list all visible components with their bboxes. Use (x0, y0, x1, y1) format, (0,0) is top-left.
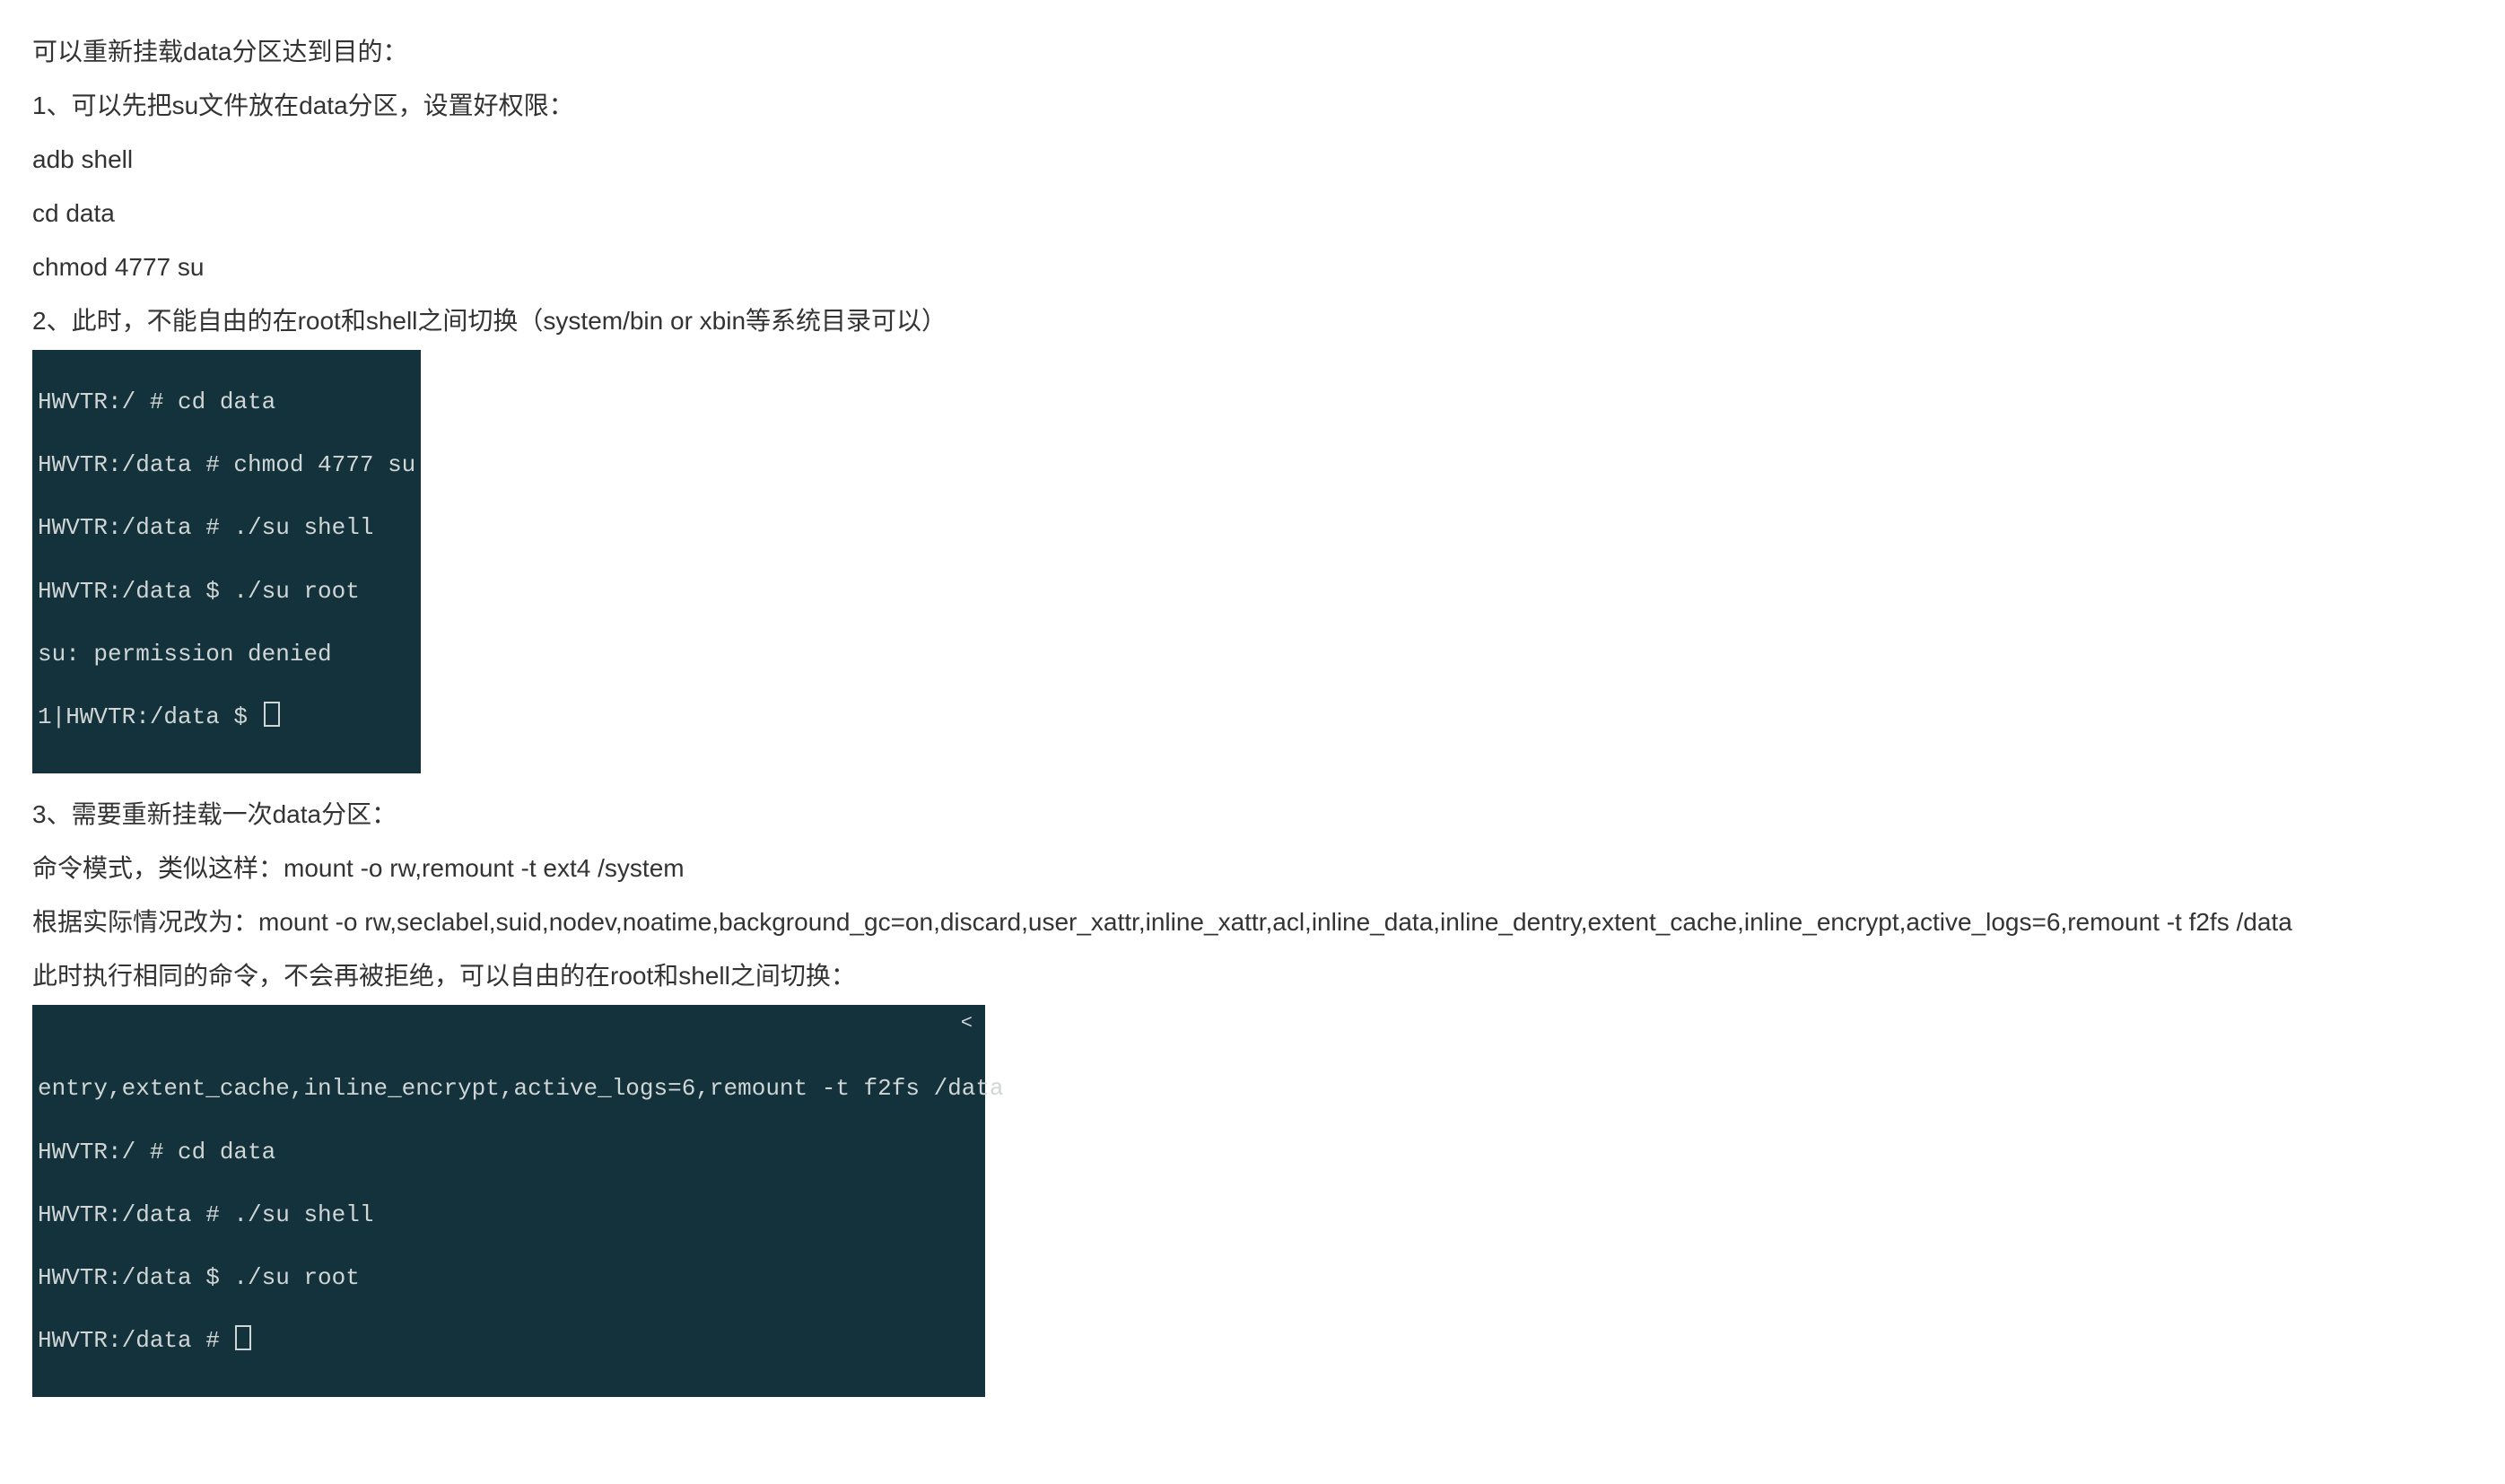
chevron-left-icon: < (961, 1010, 973, 1037)
term1-line4: HWVTR:/data $ ./su root (38, 576, 415, 607)
paragraph-step3: 3、需要重新挂载一次data分区： (32, 790, 2473, 840)
term2-line1: entry,extent_cache,inline_encrypt,active… (38, 1073, 980, 1104)
paragraph-step1: 1、可以先把su文件放在data分区，设置好权限： (32, 81, 2473, 131)
terminal-screenshot-2: < entry,extent_cache,inline_encrypt,acti… (32, 1005, 985, 1397)
term1-line3: HWVTR:/data # ./su shell (38, 512, 415, 544)
term2-line2: HWVTR:/ # cd data (38, 1137, 980, 1168)
cmd-adb-shell: adb shell (32, 135, 2473, 185)
term1-line1: HWVTR:/ # cd data (38, 387, 415, 418)
term2-line3: HWVTR:/data # ./su shell (38, 1200, 980, 1231)
cursor-icon (235, 1325, 251, 1350)
term1-line2: HWVTR:/data # chmod 4777 su (38, 450, 415, 481)
cmd-cd-data: cd data (32, 188, 2473, 239)
cmd-chmod: chmod 4777 su (32, 242, 2473, 292)
term2-line5: HWVTR:/data # (38, 1325, 980, 1357)
term1-line5: su: permission denied (38, 639, 415, 670)
paragraph-intro: 可以重新挂载data分区达到目的： (32, 27, 2473, 77)
paragraph-result: 此时执行相同的命令，不会再被拒绝，可以自由的在root和shell之间切换： (32, 951, 2473, 1001)
paragraph-step2: 2、此时，不能自由的在root和shell之间切换（system/bin or … (32, 296, 2473, 346)
paragraph-mount-example: 命令模式，类似这样：mount -o rw,remount -t ext4 /s… (32, 843, 2473, 894)
term1-line6: 1|HWVTR:/data $ (38, 702, 415, 733)
terminal-screenshot-1: HWVTR:/ # cd data HWVTR:/data # chmod 47… (32, 350, 421, 773)
paragraph-mount-actual: 根据实际情况改为：mount -o rw,seclabel,suid,nodev… (32, 897, 2473, 947)
cursor-icon (264, 702, 280, 727)
term2-line4: HWVTR:/data $ ./su root (38, 1262, 980, 1294)
